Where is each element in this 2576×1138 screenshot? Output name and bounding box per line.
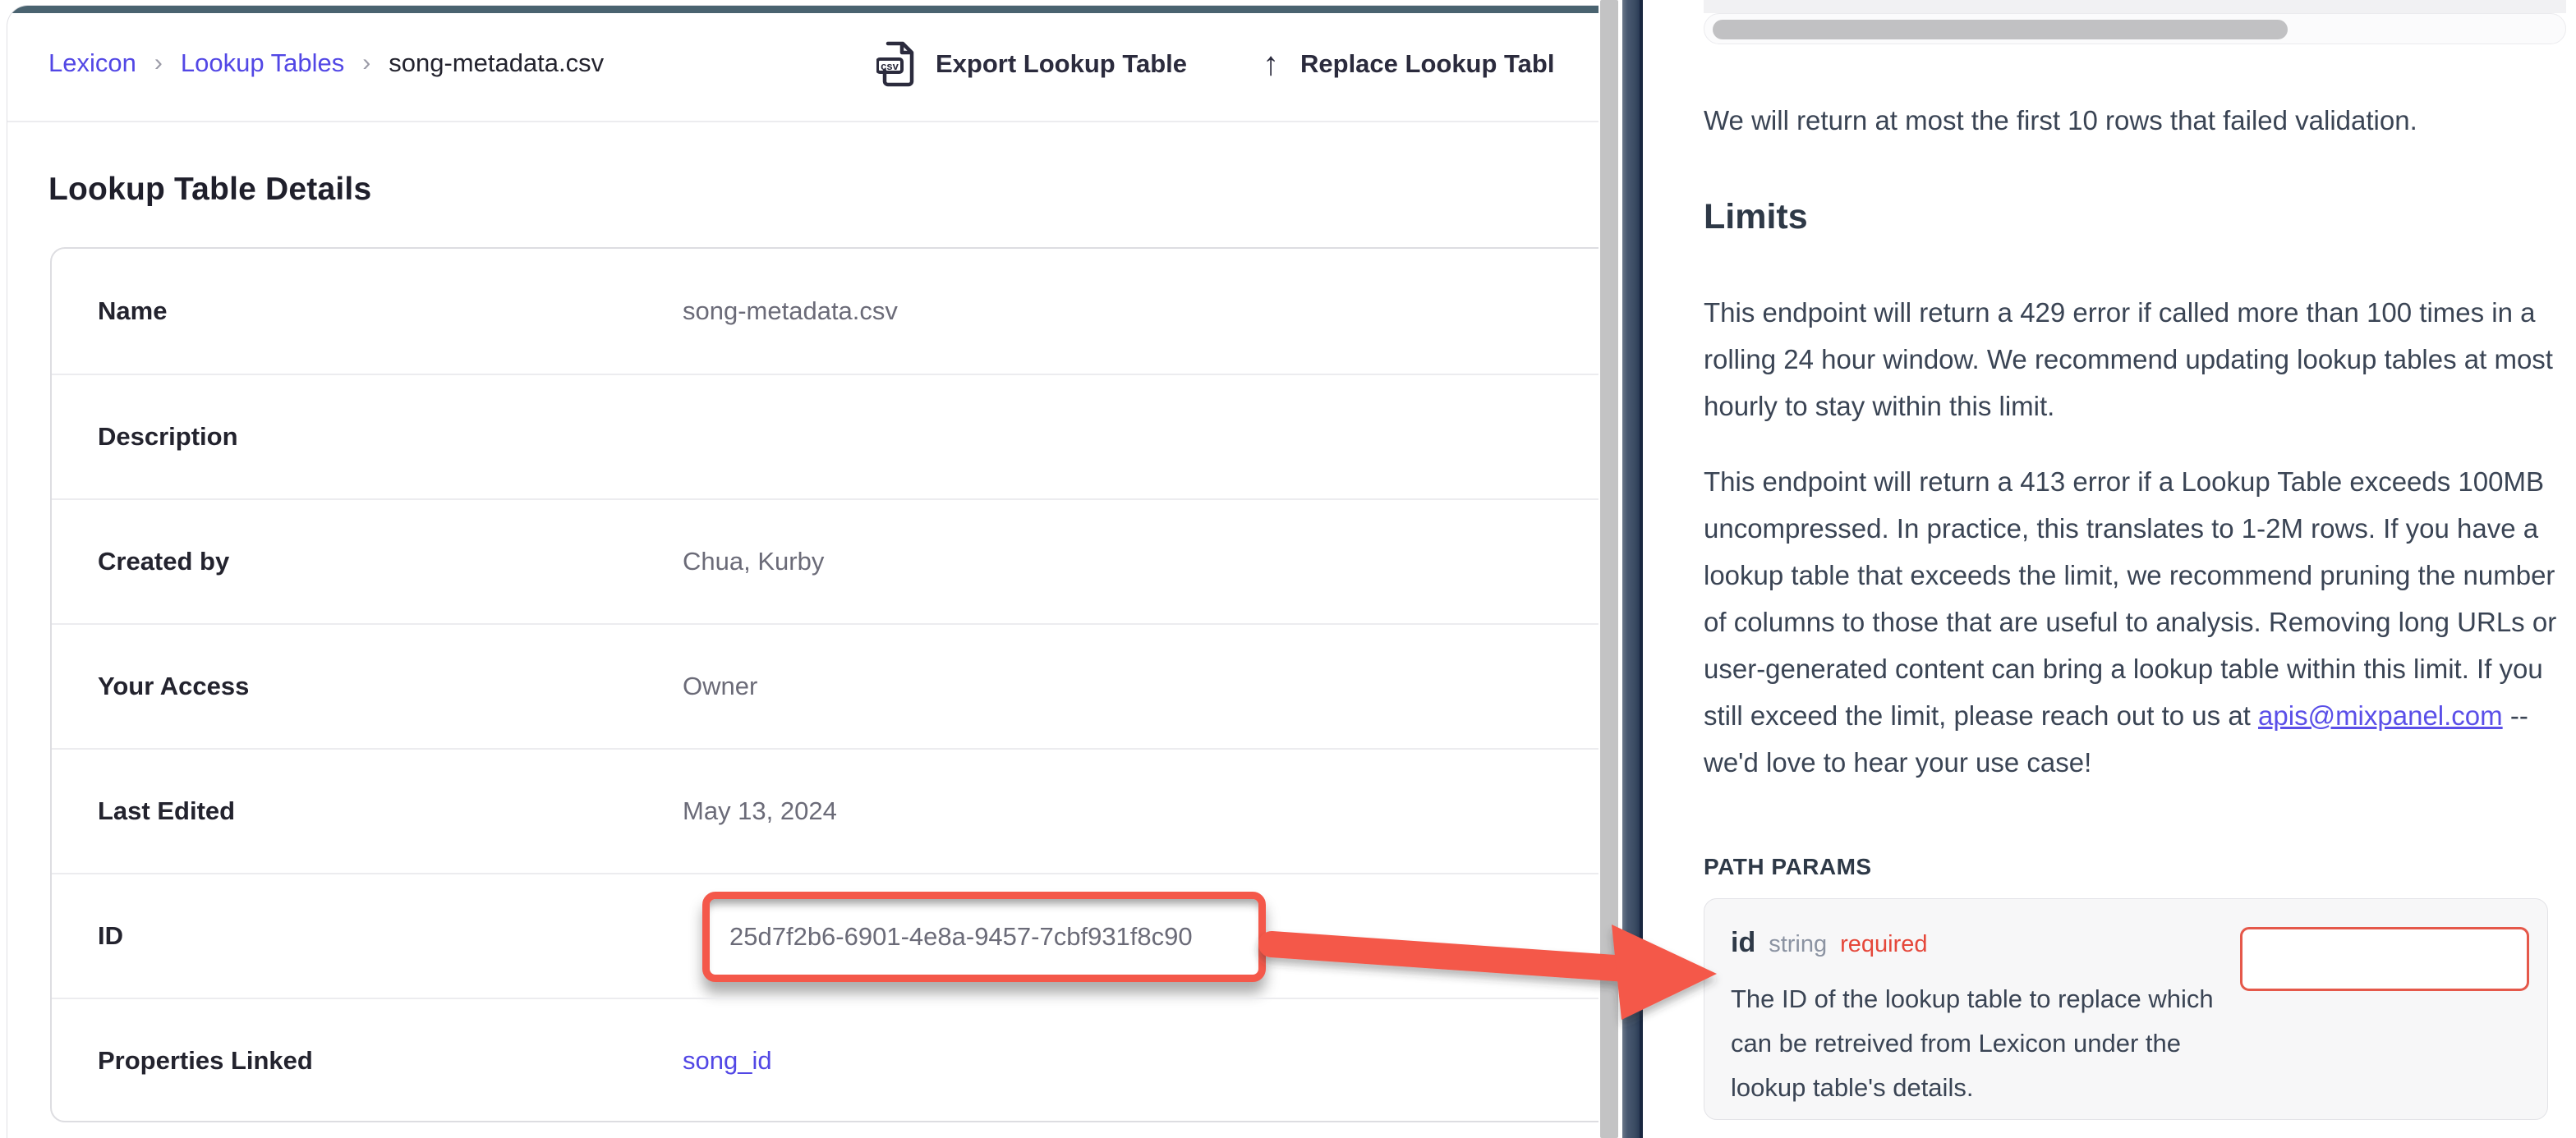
limits-413-text: This endpoint will return a 413 error if… — [1704, 466, 2556, 731]
limits-heading: Limits — [1704, 197, 1808, 237]
row-value: song-metadata.csv — [683, 296, 898, 326]
breadcrumb-separator-icon: › — [154, 49, 163, 77]
row-label: Your Access — [52, 672, 683, 701]
breadcrumb-lookup-tables[interactable]: Lookup Tables — [181, 48, 344, 78]
breadcrumb-separator-icon: › — [362, 49, 370, 77]
api-docs-panel: We will return at most the first 10 rows… — [1646, 0, 2576, 1138]
param-description: The ID of the lookup table to replace wh… — [1731, 977, 2232, 1110]
lookup-table-window: Lexicon › Lookup Tables › song-metadata.… — [7, 5, 1598, 1138]
song-id-property-link[interactable]: song_id — [683, 1046, 772, 1076]
docs-top-strip — [1704, 0, 2566, 13]
mixpanel-email-link[interactable]: apis@mixpanel.com — [2258, 700, 2503, 731]
toolbar: csv Export Lookup Table ↑ Replace Lookup… — [876, 6, 1554, 122]
row-value: Chua, Kurby — [683, 547, 824, 576]
row-value: May 13, 2024 — [683, 796, 837, 826]
breadcrumb-lexicon[interactable]: Lexicon — [48, 48, 136, 78]
id-param-input[interactable] — [2240, 927, 2529, 991]
csv-file-icon: csv — [876, 41, 914, 87]
param-type: string — [1769, 931, 1827, 958]
limits-413-paragraph: This endpoint will return a 413 error if… — [1704, 458, 2558, 786]
path-params-heading: PATH PARAMS — [1704, 854, 1872, 880]
breadcrumb: Lexicon › Lookup Tables › song-metadata.… — [48, 48, 604, 78]
table-row-last-edited: Last Edited May 13, 2024 — [52, 748, 1598, 873]
table-row-created-by: Created by Chua, Kurby — [52, 498, 1598, 623]
validation-note-text: We will return at most the first 10 rows… — [1704, 97, 2558, 144]
panel-divider — [1622, 0, 1643, 1138]
param-name: id — [1731, 927, 1755, 959]
replace-lookup-table-button[interactable]: ↑ Replace Lookup Tabl — [1263, 48, 1554, 80]
breadcrumb-bar: Lexicon › Lookup Tables › song-metadata.… — [7, 6, 1598, 122]
row-label: ID — [52, 921, 683, 951]
lookup-table-details-card: Name song-metadata.csv Description Creat… — [50, 247, 1598, 1122]
breadcrumb-current-file: song-metadata.csv — [389, 48, 604, 78]
row-label: Last Edited — [52, 796, 683, 826]
row-label: Description — [52, 422, 683, 452]
docs-horizontal-scrollbar-track[interactable] — [1704, 13, 2566, 44]
table-row-name: Name song-metadata.csv — [52, 249, 1598, 374]
row-value: Owner — [683, 672, 757, 701]
lookup-table-id-value: 25d7f2b6-6901-4e8a-9457-7cbf931f8c90 — [729, 922, 1193, 952]
row-label: Created by — [52, 547, 683, 576]
id-param-card: id string required The ID of the lookup … — [1704, 898, 2548, 1120]
left-window-vertical-scrollbar[interactable] — [1600, 0, 1618, 1138]
table-row-id: ID 25d7f2b6-6901-4e8a-9457-7cbf931f8c90 — [52, 873, 1598, 998]
limits-429-paragraph: This endpoint will return a 429 error if… — [1704, 289, 2558, 429]
row-label: Properties Linked — [52, 1046, 683, 1076]
svg-text:csv: csv — [881, 60, 899, 72]
docs-horizontal-scrollbar-thumb[interactable] — [1713, 20, 2288, 39]
table-row-properties-linked: Properties Linked song_id — [52, 998, 1598, 1122]
upload-arrow-icon: ↑ — [1263, 48, 1279, 80]
row-label: Name — [52, 296, 683, 326]
id-value-highlight-box[interactable]: 25d7f2b6-6901-4e8a-9457-7cbf931f8c90 — [702, 892, 1266, 982]
replace-button-label: Replace Lookup Tabl — [1300, 49, 1554, 79]
table-row-description: Description — [52, 374, 1598, 498]
export-lookup-table-button[interactable]: csv Export Lookup Table — [876, 41, 1187, 87]
table-row-your-access: Your Access Owner — [52, 623, 1598, 748]
page-title: Lookup Table Details — [48, 172, 371, 208]
param-required-badge: required — [1840, 931, 1927, 958]
export-button-label: Export Lookup Table — [936, 49, 1187, 79]
